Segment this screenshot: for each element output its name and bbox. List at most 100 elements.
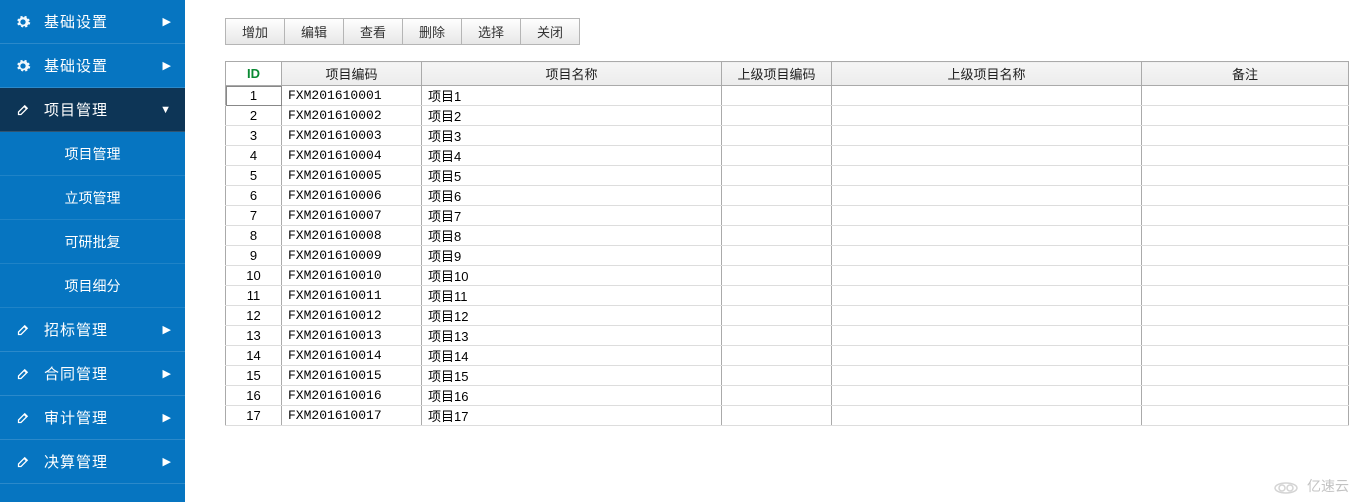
cell-remark — [1142, 286, 1349, 306]
cell-id: 3 — [226, 126, 282, 146]
chevron-right-icon: ▶ — [163, 455, 171, 468]
cell-remark — [1142, 186, 1349, 206]
table-row[interactable]: 4FXM201610004项目4 — [226, 146, 1349, 166]
cell-pname — [832, 226, 1142, 246]
btn-查看[interactable]: 查看 — [343, 18, 403, 45]
cell-pname — [832, 86, 1142, 106]
col-remark[interactable]: 备注 — [1142, 62, 1349, 86]
nav-label: 基础设置 — [44, 55, 163, 76]
cell-pcode — [722, 366, 832, 386]
cell-name: 项目3 — [422, 126, 722, 146]
cell-pname — [832, 386, 1142, 406]
nav-item-6[interactable]: 决算管理▶ — [0, 440, 185, 484]
cell-code: FXM201610014 — [282, 346, 422, 366]
cell-remark — [1142, 366, 1349, 386]
cell-code: FXM201610010 — [282, 266, 422, 286]
cell-remark — [1142, 206, 1349, 226]
nav-label: 合同管理 — [44, 363, 163, 384]
btn-删除[interactable]: 删除 — [402, 18, 462, 45]
cell-remark — [1142, 386, 1349, 406]
chevron-down-icon: ▼ — [160, 104, 171, 116]
cell-name: 项目1 — [422, 86, 722, 106]
cell-pname — [832, 206, 1142, 226]
cell-id: 13 — [226, 326, 282, 346]
cell-code: FXM201610003 — [282, 126, 422, 146]
table-row[interactable]: 17FXM201610017项目17 — [226, 406, 1349, 426]
cell-pname — [832, 326, 1142, 346]
nav-label: 招标管理 — [44, 319, 163, 340]
cell-name: 项目5 — [422, 166, 722, 186]
nav-item-5[interactable]: 审计管理▶ — [0, 396, 185, 440]
cell-pname — [832, 166, 1142, 186]
edit-icon — [14, 101, 32, 119]
col-code[interactable]: 项目编码 — [282, 62, 422, 86]
cell-code: FXM201610001 — [282, 86, 422, 106]
cell-name: 项目11 — [422, 286, 722, 306]
cell-code: FXM201610005 — [282, 166, 422, 186]
table-row[interactable]: 12FXM201610012项目12 — [226, 306, 1349, 326]
cell-pcode — [722, 286, 832, 306]
table-row[interactable]: 5FXM201610005项目5 — [226, 166, 1349, 186]
cell-pname — [832, 246, 1142, 266]
sub-item-2[interactable]: 可研批复 — [0, 220, 185, 264]
nav-item-1[interactable]: 基础设置▶ — [0, 44, 185, 88]
nav-item-2[interactable]: 项目管理▼ — [0, 88, 185, 132]
table-row[interactable]: 13FXM201610013项目13 — [226, 326, 1349, 346]
nav-label: 决算管理 — [44, 451, 163, 472]
sub-item-1[interactable]: 立项管理 — [0, 176, 185, 220]
chevron-right-icon: ▶ — [163, 411, 171, 424]
nav-item-4[interactable]: 合同管理▶ — [0, 352, 185, 396]
cell-name: 项目14 — [422, 346, 722, 366]
table-row[interactable]: 14FXM201610014项目14 — [226, 346, 1349, 366]
btn-增加[interactable]: 增加 — [225, 18, 285, 45]
table-row[interactable]: 3FXM201610003项目3 — [226, 126, 1349, 146]
cell-name: 项目12 — [422, 306, 722, 326]
sub-item-0[interactable]: 项目管理 — [0, 132, 185, 176]
table-row[interactable]: 9FXM201610009项目9 — [226, 246, 1349, 266]
table-row[interactable]: 8FXM201610008项目8 — [226, 226, 1349, 246]
cell-pname — [832, 406, 1142, 426]
sub-item-3[interactable]: 项目细分 — [0, 264, 185, 308]
cell-name: 项目10 — [422, 266, 722, 286]
col-name[interactable]: 项目名称 — [422, 62, 722, 86]
table-row[interactable]: 2FXM201610002项目2 — [226, 106, 1349, 126]
cell-remark — [1142, 406, 1349, 426]
cell-pname — [832, 126, 1142, 146]
cell-pname — [832, 106, 1142, 126]
table-row[interactable]: 7FXM201610007项目7 — [226, 206, 1349, 226]
cell-id: 6 — [226, 186, 282, 206]
cell-name: 项目13 — [422, 326, 722, 346]
cell-pname — [832, 346, 1142, 366]
cell-pcode — [722, 246, 832, 266]
btn-编辑[interactable]: 编辑 — [284, 18, 344, 45]
nav-item-0[interactable]: 基础设置▶ — [0, 0, 185, 44]
table-row[interactable]: 10FXM201610010项目10 — [226, 266, 1349, 286]
col-id[interactable]: ID — [226, 62, 282, 86]
table-row[interactable]: 11FXM201610011项目11 — [226, 286, 1349, 306]
cell-pcode — [722, 146, 832, 166]
cell-pname — [832, 286, 1142, 306]
col-parent-code[interactable]: 上级项目编码 — [722, 62, 832, 86]
cell-pcode — [722, 226, 832, 246]
chevron-right-icon: ▶ — [163, 367, 171, 380]
table-row[interactable]: 6FXM201610006项目6 — [226, 186, 1349, 206]
cell-name: 项目6 — [422, 186, 722, 206]
table-row[interactable]: 16FXM201610016项目16 — [226, 386, 1349, 406]
cell-pcode — [722, 266, 832, 286]
cell-name: 项目15 — [422, 366, 722, 386]
btn-选择[interactable]: 选择 — [461, 18, 521, 45]
cell-pcode — [722, 206, 832, 226]
btn-关闭[interactable]: 关闭 — [520, 18, 580, 45]
cell-code: FXM201610011 — [282, 286, 422, 306]
watermark-text: 亿速云 — [1307, 478, 1349, 494]
table-row[interactable]: 1FXM201610001项目1 — [226, 86, 1349, 106]
col-parent-name[interactable]: 上级项目名称 — [832, 62, 1142, 86]
cell-id: 15 — [226, 366, 282, 386]
cell-code: FXM201610013 — [282, 326, 422, 346]
cell-remark — [1142, 246, 1349, 266]
nav-item-3[interactable]: 招标管理▶ — [0, 308, 185, 352]
nav-label: 基础设置 — [44, 11, 163, 32]
cell-name: 项目16 — [422, 386, 722, 406]
table-row[interactable]: 15FXM201610015项目15 — [226, 366, 1349, 386]
cell-id: 11 — [226, 286, 282, 306]
